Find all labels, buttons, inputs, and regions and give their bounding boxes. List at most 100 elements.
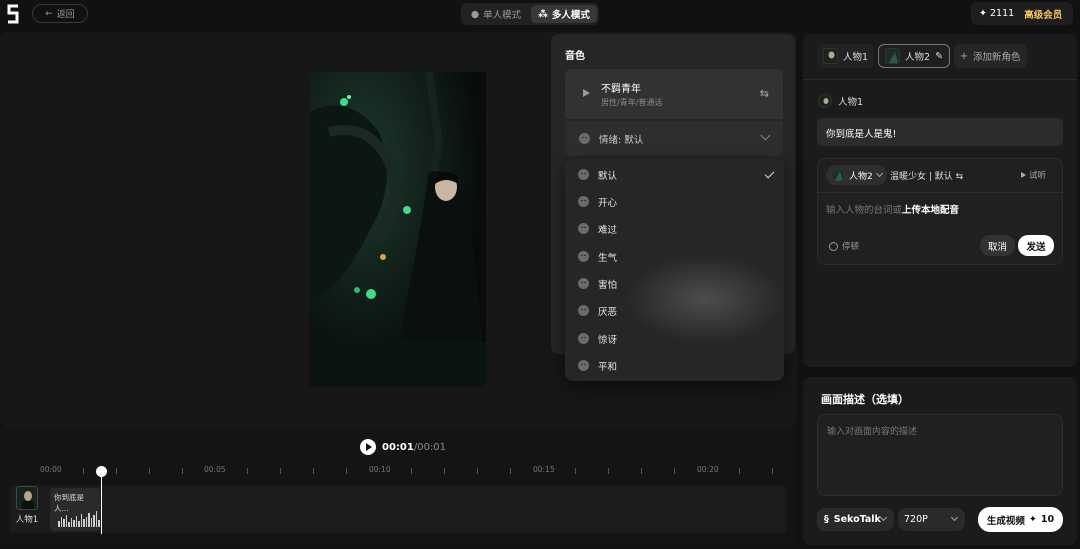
resolution-select[interactable]: 720P — [898, 508, 965, 531]
emotion-option-label: 生气 — [598, 252, 618, 264]
clip-text: 你到底是人... — [54, 493, 84, 513]
face-angry-icon — [578, 251, 589, 262]
emotion-face-icon — [579, 133, 590, 144]
dialogue-clip[interactable]: 你到底是人... — [50, 488, 100, 531]
emotion-option-disgust[interactable]: 厌恶 — [565, 297, 784, 324]
tick — [83, 468, 84, 474]
scene-description-input[interactable]: 输入对画面内容的描述 — [817, 414, 1063, 496]
editor-voice-select[interactable]: 温暖少女 | 默认 ⇆ — [890, 169, 963, 182]
tab-label: 单人模式 — [483, 10, 522, 21]
emotion-option-label: 默认 — [598, 170, 618, 182]
group-icon: ⁂ — [538, 8, 548, 20]
send-button[interactable]: 发送 — [1018, 235, 1054, 256]
scene-title: 画面描述（选填） — [821, 393, 909, 406]
time-current: 00:01 — [382, 441, 414, 453]
divider — [818, 192, 1062, 193]
tick — [477, 468, 478, 474]
emotion-option-label: 难过 — [598, 224, 618, 236]
dialogue-input[interactable]: 输入人物的台词或上传本地配音 — [826, 202, 959, 216]
tick-label: 00:15 — [533, 465, 555, 474]
play-button[interactable] — [360, 439, 376, 455]
upload-audio-link[interactable]: 上传本地配音 — [902, 205, 959, 216]
editor-character-select[interactable]: 人物2 — [826, 165, 887, 185]
emotion-option-happy[interactable]: 开心 — [565, 188, 784, 215]
tick — [280, 468, 281, 474]
emotion-option-fear[interactable]: 害怕 — [565, 270, 784, 297]
top-bar: ← 返回 ● 单人模式 ⁂ 多人模式 ✦ 2111 高级会员 — [0, 0, 1080, 30]
swap-icon: ⇆ — [955, 172, 964, 182]
tick — [116, 468, 117, 474]
try-listen-button[interactable]: 试听 — [1021, 169, 1046, 181]
character-tabs: 人物1 人物2 ✎ + 添加新角色 — [817, 44, 1027, 68]
voice-card[interactable]: 不羁青年 男性/青年/普通话 ⇆ — [565, 69, 783, 119]
emotion-option-calm[interactable]: 平和 — [565, 352, 784, 379]
time-display: 00:01/00:01 — [382, 442, 446, 453]
generate-label: 生成视频 — [986, 515, 1025, 527]
tick — [510, 468, 511, 474]
try-listen-label: 试听 — [1029, 171, 1047, 181]
face-happy-icon — [578, 196, 589, 207]
emotion-option-surprise[interactable]: 惊讶 — [565, 325, 784, 352]
timeline-ruler[interactable]: 00:00 00:05 00:10 00:15 00:20 — [0, 463, 797, 479]
vip-badge[interactable]: 高级会员 — [1024, 7, 1062, 21]
scene-description-placeholder: 输入对画面内容的描述 — [827, 427, 918, 437]
tab-character-2[interactable]: 人物2 ✎ — [878, 44, 951, 68]
character-tab-label: 人物1 — [843, 52, 869, 63]
pause-button[interactable]: 停顿 — [829, 240, 859, 252]
track-character[interactable]: 人物1 — [10, 486, 44, 532]
swap-icon[interactable]: ⇆ — [760, 87, 769, 100]
video-frame-image — [309, 72, 486, 387]
credits-box[interactable]: ✦ 2111 高级会员 — [971, 2, 1073, 25]
model-label: SekoTalk — [833, 514, 881, 525]
emotion-option-label: 惊讶 — [598, 334, 618, 346]
tick — [608, 468, 609, 474]
emotion-option-sad[interactable]: 难过 — [565, 215, 784, 242]
generate-video-button[interactable]: 生成视频 ✦ 10 — [978, 507, 1063, 532]
voice-panel-title: 音色 — [565, 51, 585, 62]
track-character-name: 人物1 — [15, 515, 39, 525]
emotion-option-default[interactable]: 默认 — [565, 161, 784, 188]
back-label: 返回 — [56, 10, 75, 20]
emotion-select[interactable]: 情绪: 默认 — [565, 121, 783, 156]
sparkle-icon: ✦ — [979, 8, 987, 19]
playback-controls: 00:01/00:01 — [360, 439, 446, 455]
video-preview[interactable] — [309, 72, 486, 387]
tick — [411, 468, 412, 474]
avatar — [16, 486, 38, 510]
avatar — [885, 48, 901, 64]
emotion-dropdown: 默认 开心 难过 生气 害怕 厌恶 惊讶 平和 — [565, 159, 784, 381]
resolution-label: 720P — [904, 514, 928, 525]
cancel-button[interactable]: 取消 — [980, 235, 1015, 256]
tick — [641, 468, 642, 474]
tick — [313, 468, 314, 474]
pencil-icon[interactable]: ✎ — [935, 51, 943, 62]
tick-label: 00:05 — [204, 465, 226, 474]
model-select[interactable]: § SekoTalk — [817, 508, 894, 531]
tab-single-mode[interactable]: ● 单人模式 — [463, 5, 529, 23]
dialogue-input-placeholder: 输入人物的台词或 — [826, 205, 903, 216]
emotion-option-label: 厌恶 — [598, 306, 618, 318]
playhead[interactable] — [96, 466, 107, 534]
tick — [575, 468, 576, 474]
play-preview-icon[interactable] — [583, 89, 590, 97]
credits-value: 2111 — [990, 8, 1015, 19]
divider — [803, 79, 1077, 80]
face-sad-icon — [578, 223, 589, 234]
dialogue-line[interactable]: 你到底是人是鬼! — [817, 118, 1063, 146]
emotion-option-angry[interactable]: 生气 — [565, 243, 784, 270]
app-logo-icon[interactable] — [6, 4, 20, 24]
emotion-option-label: 平和 — [598, 361, 618, 373]
back-button[interactable]: ← 返回 — [32, 4, 88, 23]
generate-cost: 10 — [1040, 514, 1055, 525]
dialogue-speaker: 人物1 — [818, 94, 863, 108]
tab-multi-mode[interactable]: ⁂ 多人模式 — [531, 5, 597, 23]
face-surprise-icon — [578, 333, 589, 344]
chevron-down-icon — [760, 130, 771, 141]
time-total: /00:01 — [413, 441, 447, 453]
tick — [772, 468, 773, 474]
add-character-button[interactable]: + 添加新角色 — [954, 44, 1027, 68]
face-calm-icon — [578, 360, 589, 371]
tab-character-1[interactable]: 人物1 — [817, 44, 875, 68]
avatar — [823, 48, 838, 64]
tick — [739, 468, 740, 474]
